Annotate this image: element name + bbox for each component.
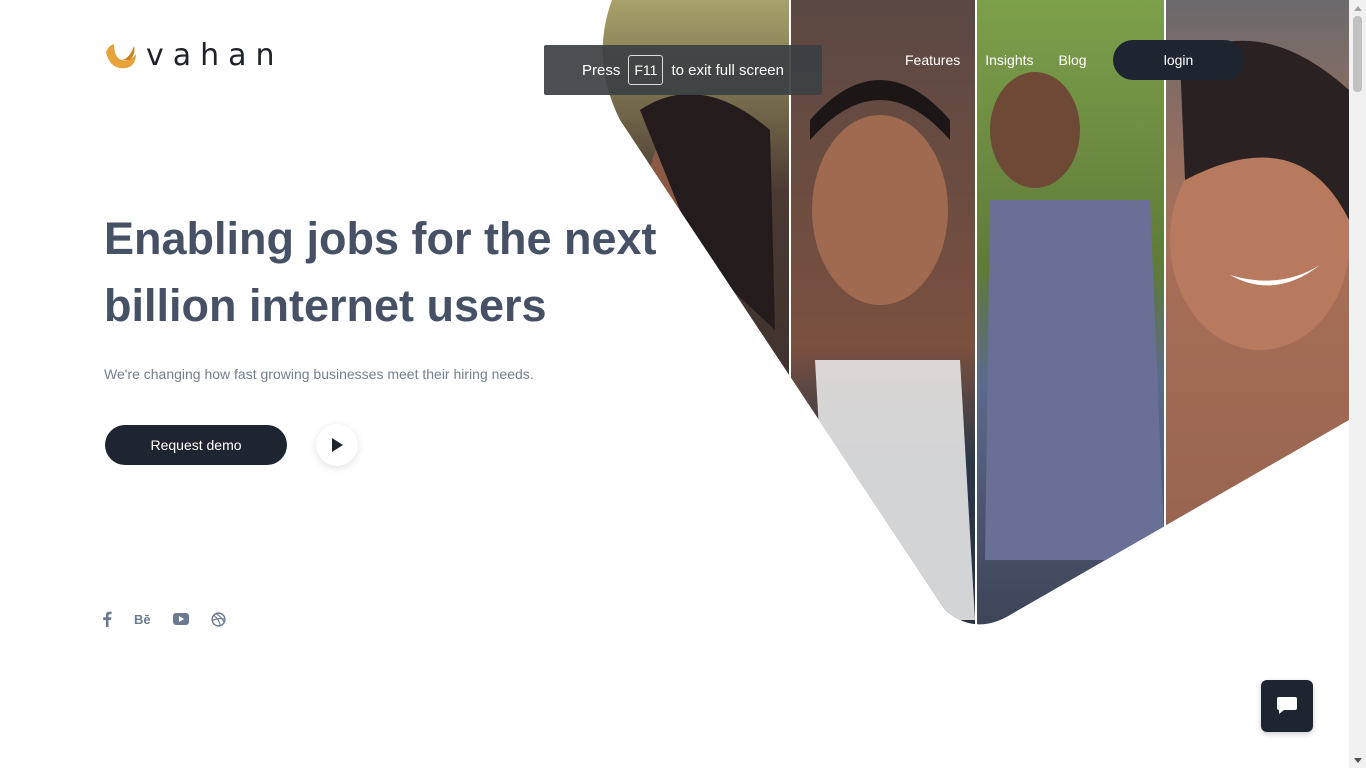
request-demo-button[interactable]: Request demo: [105, 425, 287, 465]
toast-key: F11: [628, 55, 664, 85]
login-button[interactable]: login: [1113, 40, 1244, 80]
behance-icon[interactable]: Bē: [134, 610, 151, 628]
facebook-icon[interactable]: [102, 610, 112, 628]
page-scrollbar[interactable]: [1349, 0, 1366, 768]
nav-link-insights[interactable]: Insights: [985, 52, 1033, 68]
main-nav: Features Insights Blog: [905, 40, 1112, 80]
nav-link-features[interactable]: Features: [905, 52, 960, 68]
play-icon: [332, 438, 343, 452]
scroll-down-arrow-icon[interactable]: [1349, 752, 1366, 768]
chat-icon: [1277, 697, 1297, 714]
brand-name: vahan: [146, 38, 284, 73]
dribbble-icon[interactable]: [211, 610, 226, 628]
logo-mark-icon: [106, 43, 136, 68]
toast-suffix: to exit full screen: [671, 61, 784, 79]
play-video-button[interactable]: [316, 424, 358, 466]
scroll-up-arrow-icon[interactable]: [1349, 0, 1366, 16]
toast-prefix: Press: [582, 61, 621, 79]
brand-logo[interactable]: vahan: [104, 38, 284, 73]
scroll-thumb[interactable]: [1353, 16, 1362, 92]
youtube-icon[interactable]: [172, 610, 189, 628]
hero-headline: Enabling jobs for the next billion inter…: [104, 213, 657, 331]
social-links: Bē: [102, 610, 248, 628]
chat-widget-button[interactable]: [1261, 680, 1313, 732]
nav-link-blog[interactable]: Blog: [1059, 52, 1087, 68]
hero-subheadline: We're changing how fast growing business…: [104, 366, 534, 382]
hero-photo-collage: [602, 0, 1349, 625]
fullscreen-exit-toast: Press F11 to exit full screen: [544, 45, 822, 95]
